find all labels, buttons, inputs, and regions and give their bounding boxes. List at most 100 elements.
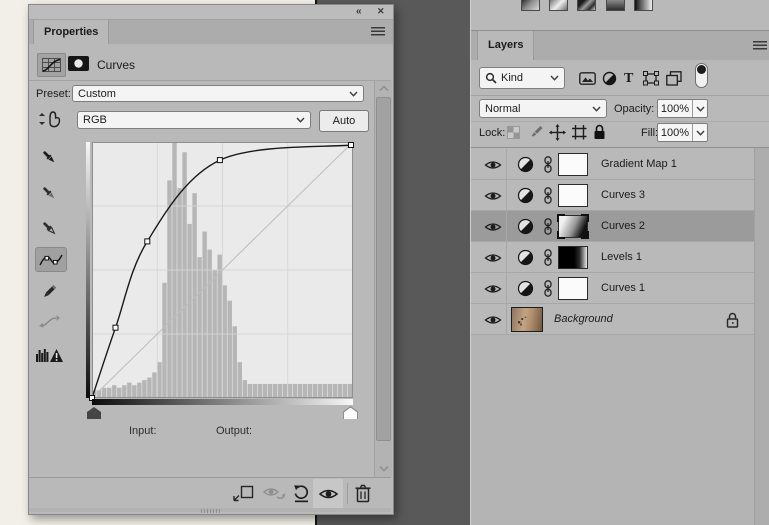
smooth-curve-tool[interactable] (37, 312, 61, 332)
lock-all-icon[interactable] (593, 124, 606, 140)
white-point-eyedropper[interactable] (39, 217, 59, 239)
eyedropper-icon (43, 187, 55, 199)
opacity-input[interactable]: 100% (657, 99, 708, 118)
curves-adjustment-icon-button[interactable] (37, 53, 66, 77)
auto-button-label: Auto (332, 115, 356, 127)
layer-row-curves-1[interactable]: Curves 1 (471, 273, 754, 304)
layer-row-background[interactable]: Background (471, 304, 754, 335)
layer-mask-icon[interactable] (68, 56, 89, 71)
properties-tab-label: Properties (33, 20, 110, 44)
gray-point-eyedropper[interactable] (39, 182, 59, 204)
properties-scrollbar[interactable] (374, 81, 392, 477)
curve-plot[interactable] (89, 141, 354, 401)
background-lock-icon[interactable] (726, 312, 739, 328)
delete-trash-icon[interactable] (355, 484, 371, 503)
targeted-adjustment-tool[interactable] (37, 108, 63, 130)
edit-points-tool[interactable] (35, 247, 67, 272)
layer-name[interactable]: Levels 1 (601, 251, 642, 263)
scroll-up-icon[interactable] (379, 85, 389, 92)
close-panel-icon[interactable]: ✕ (377, 5, 385, 18)
layer-mask-thumbnail-selected[interactable] (557, 214, 589, 239)
visibility-eye-icon[interactable] (484, 283, 502, 295)
scroll-down-icon[interactable] (379, 465, 389, 472)
filter-shape-layers-icon[interactable] (643, 71, 659, 86)
layer-name[interactable]: Curves 1 (601, 282, 645, 294)
layer-row-curves-2-selected[interactable]: Curves 2 (471, 211, 754, 242)
pencil-tool[interactable] (39, 281, 59, 303)
histogram-warning-glyph (35, 349, 63, 362)
filter-kind-select[interactable]: Kind (479, 67, 565, 89)
chevron-down-icon (550, 75, 559, 81)
lock-artboard-icon[interactable] (572, 125, 587, 140)
mask-link-icon[interactable] (543, 280, 553, 297)
layer-name[interactable]: Background (554, 313, 613, 325)
layer-row-levels-1[interactable]: Levels 1 (471, 242, 754, 273)
filter-type-layers-icon[interactable]: T (624, 71, 638, 86)
input-gradient-strip (92, 399, 353, 405)
channel-select[interactable]: RGB (77, 111, 311, 129)
gradient-preset-thumb[interactable] (549, 0, 568, 11)
visibility-eye-icon[interactable] (318, 487, 339, 501)
layer-mask-thumbnail[interactable] (558, 246, 588, 269)
properties-menu-icon[interactable] (371, 27, 385, 36)
gradient-preset-thumb[interactable] (577, 0, 596, 11)
panel-resize-grip[interactable] (201, 509, 221, 513)
layers-menu-icon[interactable] (753, 41, 767, 50)
layer-row-gradient-map-1[interactable]: Gradient Map 1 (471, 149, 754, 180)
visibility-eye-icon[interactable] (484, 159, 502, 171)
preset-value: Custom (78, 87, 116, 100)
tab-properties[interactable]: Properties (33, 20, 110, 44)
background-layer-thumbnail[interactable] (511, 307, 543, 332)
layers-scroll-gutter[interactable] (754, 148, 769, 525)
black-point-eyedropper[interactable] (39, 146, 59, 168)
tab-layers[interactable]: Layers (477, 31, 535, 60)
properties-titlebar[interactable] (29, 5, 393, 20)
divider (471, 95, 769, 96)
fill-input[interactable]: 100% (657, 123, 708, 142)
view-previous-state-icon[interactable] (262, 485, 286, 502)
selection-corner (581, 214, 589, 222)
mask-link-icon[interactable] (543, 187, 553, 204)
visibility-eye-icon[interactable] (484, 221, 502, 233)
layer-mask-thumbnail[interactable] (558, 153, 588, 176)
layer-mask-thumbnail[interactable] (558, 184, 588, 207)
layer-row-curves-3[interactable]: Curves 3 (471, 180, 754, 211)
layers-dock: Layers Kind T Normal Opacity: 100% Lock:… (470, 0, 769, 525)
layer-name[interactable]: Curves 2 (601, 220, 645, 232)
layer-name[interactable]: Gradient Map 1 (601, 158, 677, 170)
filter-pixel-layers-icon[interactable] (579, 72, 596, 85)
filter-toggle-switch[interactable] (695, 63, 708, 88)
scrollbar-thumb[interactable] (376, 97, 391, 441)
mask-link-icon[interactable] (543, 218, 553, 235)
mask-link-icon[interactable] (543, 156, 553, 173)
channel-value: RGB (83, 114, 107, 126)
collapse-panel-icon[interactable]: « (356, 5, 362, 18)
toggle-knob (697, 65, 706, 74)
visibility-eye-icon[interactable] (484, 190, 502, 202)
lock-position-icon[interactable] (549, 124, 566, 141)
reset-icon[interactable] (292, 484, 312, 503)
clip-to-layer-icon[interactable] (233, 485, 255, 502)
visibility-eye-icon[interactable] (484, 252, 502, 264)
gradient-preset-thumb[interactable] (606, 0, 625, 11)
filter-adjustment-layers-icon[interactable] (602, 71, 617, 86)
histogram-warning-icon[interactable] (35, 346, 63, 364)
layer-name[interactable]: Curves 3 (601, 189, 645, 201)
mask-link-icon[interactable] (543, 249, 553, 266)
eye-column-separator (506, 149, 507, 335)
preset-select[interactable]: Custom (72, 85, 364, 102)
white-input-slider[interactable] (343, 406, 358, 419)
gradient-preset-thumb[interactable] (521, 0, 540, 11)
adjustment-layer-icon (517, 187, 534, 204)
lock-transparent-pixels-icon[interactable] (507, 126, 520, 139)
black-input-slider[interactable] (87, 407, 101, 419)
visibility-eye-icon[interactable] (484, 314, 502, 326)
blend-mode-select[interactable]: Normal (479, 99, 607, 118)
layer-mask-thumbnail[interactable] (558, 277, 588, 300)
output-label: Output: (216, 425, 253, 437)
auto-button[interactable]: Auto (319, 110, 369, 132)
lock-image-pixels-icon[interactable] (529, 124, 544, 140)
filter-smart-objects-icon[interactable] (666, 71, 682, 86)
gradient-preset-thumb[interactable] (634, 0, 653, 11)
white-input-slider-face (344, 407, 357, 419)
